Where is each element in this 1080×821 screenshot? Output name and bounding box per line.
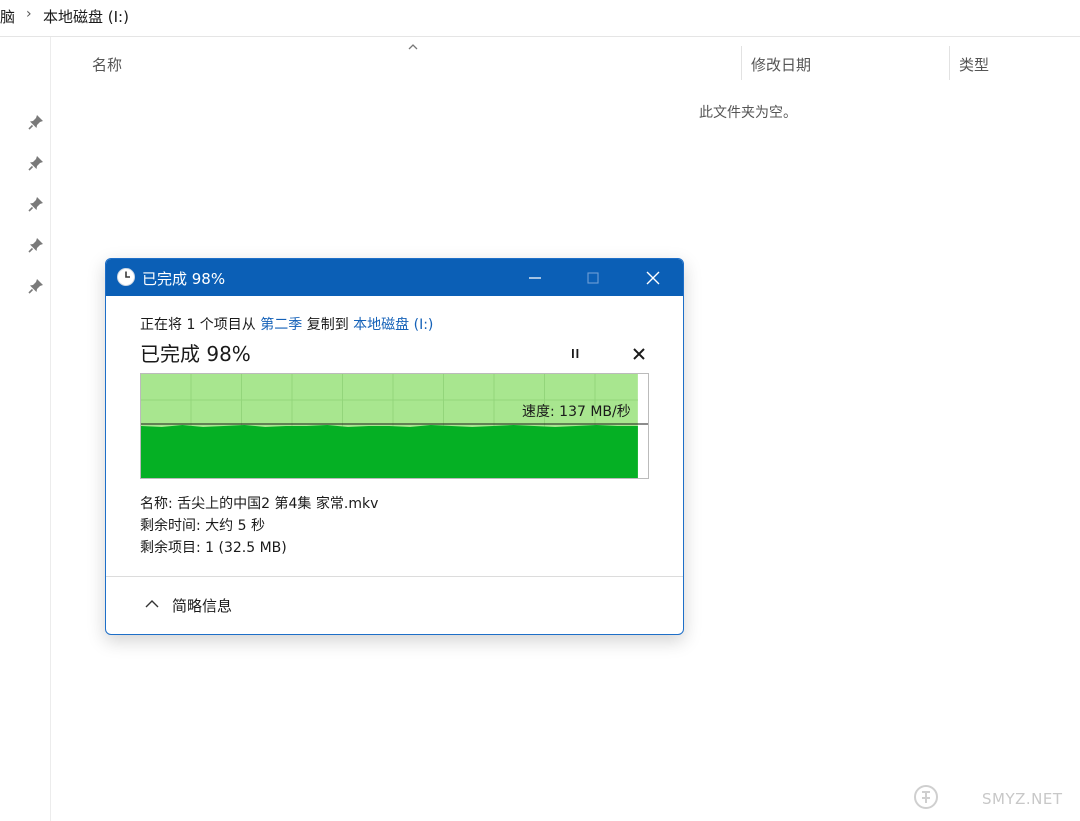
cancel-copy-button[interactable]: [628, 343, 650, 365]
copy-progress-dialog: 已完成 98% 正在将 1 个项目从 第二季 复制到 本地磁盘 (I:) 已完成…: [105, 258, 684, 635]
speed-graph: [140, 373, 649, 479]
description-middle: 复制到: [302, 317, 354, 333]
chevron-up-icon: [145, 600, 159, 608]
clock-icon: [117, 268, 135, 286]
breadcrumb-item-local-disk[interactable]: 本地磁盘 (I:): [43, 6, 129, 27]
graph-throughput-area: [141, 425, 638, 478]
pin-icon[interactable]: [28, 155, 44, 171]
breadcrumb-item-this-pc[interactable]: 脑: [0, 6, 15, 27]
column-header-type[interactable]: 类型: [959, 54, 989, 75]
time-remaining-info: 剩余时间: 大约 5 秒: [140, 518, 265, 534]
maximize-button: [566, 259, 620, 296]
items-remaining-info: 剩余项目: 1 (32.5 MB): [140, 540, 287, 556]
close-button[interactable]: [626, 259, 680, 296]
copy-description: 正在将 1 个项目从 第二季 复制到 本地磁盘 (I:): [140, 314, 433, 334]
empty-folder-message: 此文件夹为空。: [699, 105, 797, 121]
pin-icon[interactable]: [28, 196, 44, 212]
description-prefix: 正在将 1 个项目从: [140, 317, 261, 333]
column-header-modified[interactable]: 修改日期: [751, 54, 811, 75]
watermark-text: SMYZ.NET: [982, 790, 1063, 808]
column-header-name[interactable]: 名称: [92, 54, 122, 75]
pin-icon[interactable]: [28, 278, 44, 294]
less-details-label: 简略信息: [172, 597, 233, 615]
destination-folder-link[interactable]: 本地磁盘 (I:): [353, 317, 433, 333]
pin-icon[interactable]: [28, 114, 44, 130]
dialog-titlebar[interactable]: 已完成 98%: [106, 259, 683, 296]
breadcrumb-separator: ›: [26, 6, 32, 22]
progress-status: 已完成 98%: [140, 342, 251, 366]
pause-button[interactable]: [564, 343, 586, 365]
dialog-title: 已完成 98%: [142, 270, 226, 288]
minimize-icon: [529, 277, 541, 279]
breadcrumb: 脑 › 本地磁盘 (I:): [0, 0, 1080, 37]
pin-icon[interactable]: [28, 237, 44, 253]
column-divider[interactable]: [741, 46, 742, 80]
sort-ascending-icon: [408, 44, 418, 50]
maximize-icon: [587, 272, 599, 284]
close-icon: [646, 271, 660, 285]
file-name-info: 名称: 舌尖上的中国2 第4集 家常.mkv: [140, 496, 379, 512]
minimize-button[interactable]: [508, 259, 562, 296]
column-divider[interactable]: [949, 46, 950, 80]
dialog-divider: [106, 576, 683, 577]
speed-label: 速度: 137 MB/秒: [522, 404, 631, 420]
source-folder-link[interactable]: 第二季: [260, 317, 302, 333]
